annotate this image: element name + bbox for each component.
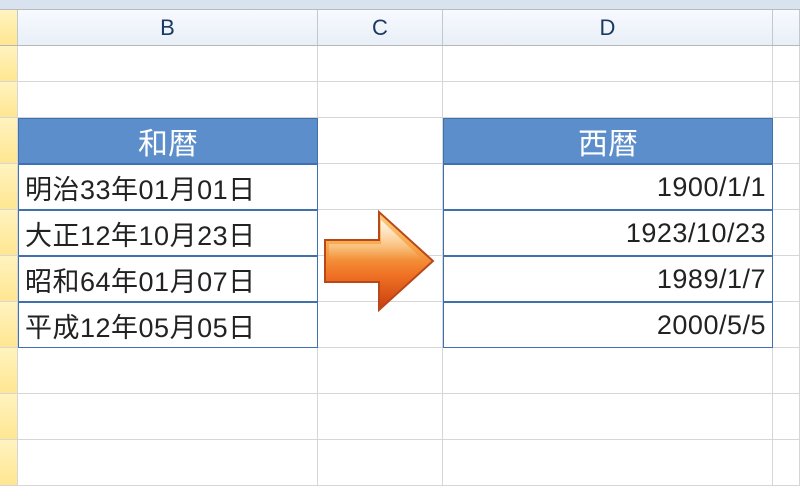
col-header-C[interactable]: C bbox=[318, 10, 443, 45]
cell[interactable] bbox=[318, 394, 443, 440]
cell[interactable] bbox=[318, 82, 443, 118]
cell[interactable] bbox=[0, 82, 18, 118]
cell[interactable] bbox=[773, 210, 800, 256]
cell[interactable] bbox=[18, 440, 318, 486]
ribbon-strip bbox=[0, 0, 800, 10]
cell-area: 和暦 西暦 明治33年01月01日 1900/1/1 大正12年10月23日 1… bbox=[0, 46, 800, 486]
cell[interactable] bbox=[318, 440, 443, 486]
cell[interactable] bbox=[443, 348, 773, 394]
right-arrow-icon bbox=[319, 206, 439, 316]
table-b-cell[interactable]: 昭和64年01月07日 bbox=[18, 256, 318, 302]
cell[interactable] bbox=[773, 256, 800, 302]
cell[interactable] bbox=[0, 46, 18, 82]
column-header-row: B C D bbox=[0, 10, 800, 46]
cell[interactable] bbox=[18, 348, 318, 394]
conversion-arrow bbox=[314, 201, 444, 321]
cell[interactable] bbox=[0, 348, 18, 394]
table-d-cell[interactable]: 1900/1/1 bbox=[443, 164, 773, 210]
cell[interactable] bbox=[773, 46, 800, 82]
table-b-cell[interactable]: 平成12年05月05日 bbox=[18, 302, 318, 348]
cell[interactable] bbox=[0, 118, 18, 164]
cell[interactable] bbox=[773, 440, 800, 486]
cell[interactable] bbox=[0, 394, 18, 440]
cell[interactable] bbox=[0, 440, 18, 486]
cell[interactable] bbox=[443, 82, 773, 118]
cell[interactable] bbox=[773, 302, 800, 348]
cell[interactable] bbox=[0, 256, 18, 302]
col-header-A[interactable] bbox=[0, 10, 18, 45]
cell[interactable] bbox=[773, 164, 800, 210]
cell[interactable] bbox=[318, 348, 443, 394]
cell[interactable] bbox=[773, 348, 800, 394]
cell[interactable] bbox=[18, 394, 318, 440]
table-d-cell[interactable]: 1923/10/23 bbox=[443, 210, 773, 256]
cell[interactable] bbox=[0, 302, 18, 348]
table-d-cell[interactable]: 2000/5/5 bbox=[443, 302, 773, 348]
col-header-E[interactable] bbox=[773, 10, 800, 45]
table-b-cell[interactable]: 大正12年10月23日 bbox=[18, 210, 318, 256]
cell[interactable] bbox=[318, 118, 443, 164]
spreadsheet-grid[interactable]: B C D 和暦 西暦 bbox=[0, 10, 800, 500]
cell[interactable] bbox=[0, 164, 18, 210]
cell[interactable] bbox=[18, 82, 318, 118]
col-header-D[interactable]: D bbox=[443, 10, 773, 45]
cell[interactable] bbox=[443, 440, 773, 486]
cell[interactable] bbox=[318, 46, 443, 82]
table-d-header[interactable]: 西暦 bbox=[443, 118, 773, 164]
cell[interactable] bbox=[773, 394, 800, 440]
col-header-B[interactable]: B bbox=[18, 10, 318, 45]
table-d-cell[interactable]: 1989/1/7 bbox=[443, 256, 773, 302]
cell[interactable] bbox=[773, 82, 800, 118]
cell[interactable] bbox=[443, 46, 773, 82]
table-b-header[interactable]: 和暦 bbox=[18, 118, 318, 164]
cell[interactable] bbox=[18, 46, 318, 82]
cell[interactable] bbox=[443, 394, 773, 440]
table-b-cell[interactable]: 明治33年01月01日 bbox=[18, 164, 318, 210]
cell[interactable] bbox=[773, 118, 800, 164]
cell[interactable] bbox=[0, 210, 18, 256]
